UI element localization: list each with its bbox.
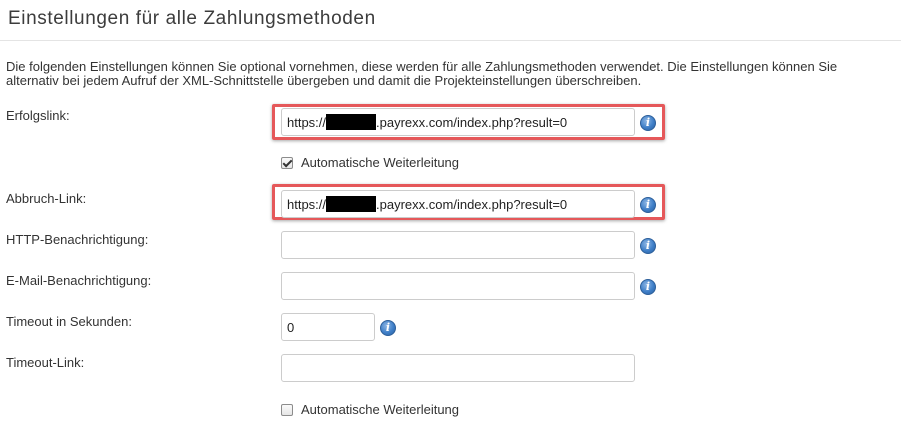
timeout-redirect-checkbox[interactable] bbox=[281, 403, 293, 416]
info-icon[interactable]: i bbox=[640, 197, 656, 213]
timeout-input[interactable]: 0 bbox=[281, 313, 375, 341]
email-notification-input[interactable] bbox=[281, 272, 635, 300]
info-icon[interactable]: i bbox=[640, 115, 656, 131]
erfolgslink-value-suffix: .payrexx.com/index.php?result=0 bbox=[376, 114, 568, 130]
abbruch-link-label: Abbruch-Link: bbox=[6, 191, 87, 206]
erfolgslink-redirect-row: Automatische Weiterleitung bbox=[281, 155, 459, 170]
timeout-link-input[interactable] bbox=[281, 354, 635, 382]
email-notification-label: E-Mail-Benachrichtigung: bbox=[6, 273, 152, 288]
info-icon[interactable]: i bbox=[380, 320, 396, 336]
timeout-redirect-label: Automatische Weiterleitung bbox=[301, 402, 460, 417]
erfolgslink-input[interactable]: https:// .payrexx.com/index.php?result=0 bbox=[281, 108, 635, 136]
info-icon[interactable]: i bbox=[640, 238, 656, 254]
timeout-link-label: Timeout-Link: bbox=[6, 355, 85, 370]
redacted-subdomain bbox=[326, 196, 377, 212]
timeout-label: Timeout in Sekunden: bbox=[6, 314, 132, 329]
erfolgslink-label: Erfolgslink: bbox=[6, 108, 70, 123]
erfolgslink-redirect-label: Automatische Weiterleitung bbox=[301, 155, 460, 170]
title-divider bbox=[0, 40, 901, 41]
http-notification-input[interactable] bbox=[281, 231, 635, 259]
abbruch-link-value-prefix: https:// bbox=[287, 196, 327, 212]
intro-text: Die folgenden Einstellungen können Sie o… bbox=[6, 59, 838, 88]
info-icon[interactable]: i bbox=[640, 279, 656, 295]
http-notification-label: HTTP-Benachrichtigung: bbox=[6, 232, 149, 247]
redacted-subdomain bbox=[326, 114, 377, 130]
abbruch-link-input[interactable]: https:// .payrexx.com/index.php?result=0 bbox=[281, 190, 635, 218]
erfolgslink-redirect-checkbox[interactable] bbox=[281, 156, 293, 169]
abbruch-link-value-suffix: .payrexx.com/index.php?result=0 bbox=[376, 196, 568, 212]
timeout-redirect-row: Automatische Weiterleitung bbox=[281, 402, 459, 417]
page-title: Einstellungen für alle Zahlungsmethoden bbox=[8, 8, 376, 29]
erfolgslink-value-prefix: https:// bbox=[287, 114, 327, 130]
